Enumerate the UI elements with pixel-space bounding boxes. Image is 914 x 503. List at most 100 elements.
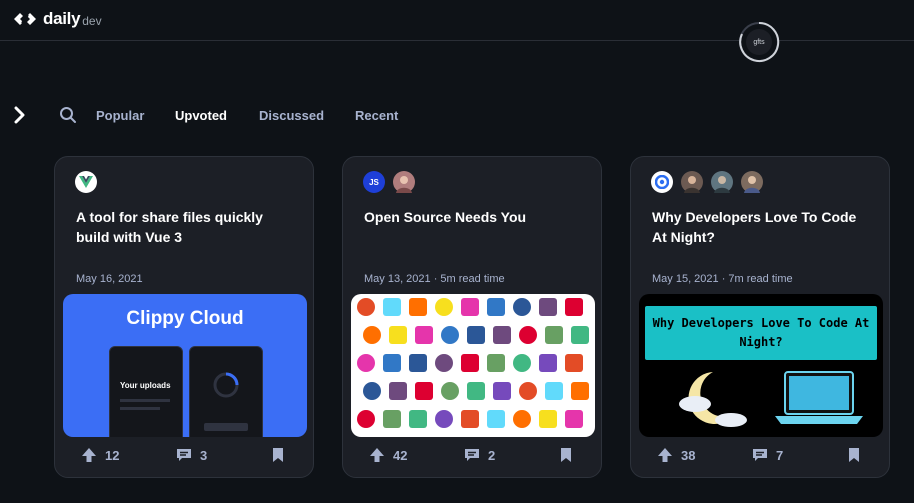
tech-logo-tile [461,298,479,316]
comment-icon [177,449,191,461]
bookmark-icon [273,448,283,462]
post-actions: 12 3 [55,447,313,469]
tech-logo-tile [441,382,459,400]
post-title[interactable]: Why Developers Love To Code At Night? [652,207,872,247]
source-icon [651,171,673,193]
tech-logo-tile [383,298,401,316]
avatar-label: gfts [746,29,772,55]
upvote-arrow-icon [370,448,384,462]
tech-logo-tile [389,382,407,400]
tech-logo-tile [409,298,427,316]
author-avatar [681,171,703,193]
post-meta: May 16, 2021 [76,273,143,285]
comment-button[interactable]: 7 [752,447,783,463]
post-thumbnail[interactable] [351,294,595,437]
tech-logo-tile [467,326,485,344]
bookmark-icon [561,448,571,462]
tech-logo-tile [435,298,453,316]
tech-logos-collage [357,298,589,428]
post-thumbnail[interactable]: Clippy Cloud Your uploads [63,294,307,437]
post-meta: May 15, 2021 · 7m read time [652,273,793,285]
tech-logo-tile [357,298,375,316]
tab-popular[interactable]: Popular [96,108,144,123]
source-icons [651,171,771,193]
upvote-button[interactable]: 38 [657,447,695,463]
bookmark-icon [849,448,859,462]
post-actions: 42 2 [343,447,601,469]
upvote-count: 42 [393,447,408,463]
tech-logo-tile [435,410,453,428]
tech-logo-tile [493,326,511,344]
tech-logo-tile [383,354,401,372]
post-actions: 38 7 [631,447,889,469]
tech-logo-tile [383,410,401,428]
tech-logo-tile [461,410,479,428]
post-thumbnail[interactable]: Why Developers Love To Code At Night? [639,294,883,437]
post-card[interactable]: JS Open Source Needs You May 13, 2021 · … [342,156,602,478]
upvote-arrow-icon [82,448,96,462]
feed-filter-bar: Popular Upvoted Discussed Recent [0,100,914,130]
upvote-button[interactable]: 42 [369,447,407,463]
tech-logo-tile [513,354,531,372]
search-icon [60,107,76,123]
tech-logo-tile [467,382,485,400]
thumbnail-heading: Clippy Cloud [126,308,244,329]
logo-suffix: dev [82,14,102,28]
tech-logo-tile [519,326,537,344]
tab-discussed[interactable]: Discussed [259,108,324,123]
tech-logo-tile [409,410,427,428]
top-bar: daily dev gfts [0,0,914,62]
post-title[interactable]: Open Source Needs You [364,207,584,227]
post-card[interactable]: A tool for share files quickly build wit… [54,156,314,478]
tech-logo-tile [389,326,407,344]
tech-logo-tile [363,382,381,400]
upvote-button[interactable]: 12 [81,447,119,463]
source-icons: JS [363,171,423,193]
tech-logo-tile [513,410,531,428]
bookmark-button[interactable] [271,447,293,463]
banner-text: Why Developers Love To Code At Night? [652,316,870,349]
tech-logo-tile [435,354,453,372]
bookmark-button[interactable] [559,447,581,463]
tech-logo-tile [545,326,563,344]
tech-logo-tile [487,410,505,428]
sidebar-toggle-button[interactable] [12,106,28,129]
tech-logo-tile [539,354,557,372]
tab-upvoted[interactable]: Upvoted [175,108,227,123]
tech-logo-tile [461,354,479,372]
tech-logo-tile [357,410,375,428]
tech-logo-tile [571,326,589,344]
bookmark-button[interactable] [847,447,869,463]
tech-logo-tile [493,382,511,400]
search-button[interactable] [59,106,77,129]
tech-logo-tile [415,326,433,344]
tech-logo-tile [409,354,427,372]
comment-icon [753,449,767,461]
comment-count: 2 [488,447,496,463]
author-avatar [741,171,763,193]
upvote-count: 12 [105,447,120,463]
source-icons [75,171,105,193]
tech-logo-tile [519,382,537,400]
comment-button[interactable]: 3 [176,447,207,463]
post-meta: May 13, 2021 · 5m read time [364,273,505,285]
tab-recent[interactable]: Recent [355,108,398,123]
profile-avatar[interactable]: gfts [738,21,780,63]
tech-logo-tile [565,298,583,316]
chevron-right-icon [14,106,25,124]
tech-logo-tile [441,326,459,344]
upvote-count: 38 [681,447,696,463]
post-title[interactable]: A tool for share files quickly build wit… [76,207,296,247]
upvote-arrow-icon [658,448,672,462]
thumbnail-banner: Why Developers Love To Code At Night? [645,306,877,360]
tech-logo-tile [539,298,557,316]
tech-logo-tile [545,382,563,400]
comment-button[interactable]: 2 [464,447,495,463]
comment-icon [465,449,479,461]
vue-source-icon [75,171,97,193]
daily-dev-logo[interactable]: daily dev [12,9,102,29]
comment-count: 7 [776,447,784,463]
laptop-icon [775,371,863,424]
tech-logo-tile [415,382,433,400]
post-card[interactable]: Why Developers Love To Code At Night? Ma… [630,156,890,478]
